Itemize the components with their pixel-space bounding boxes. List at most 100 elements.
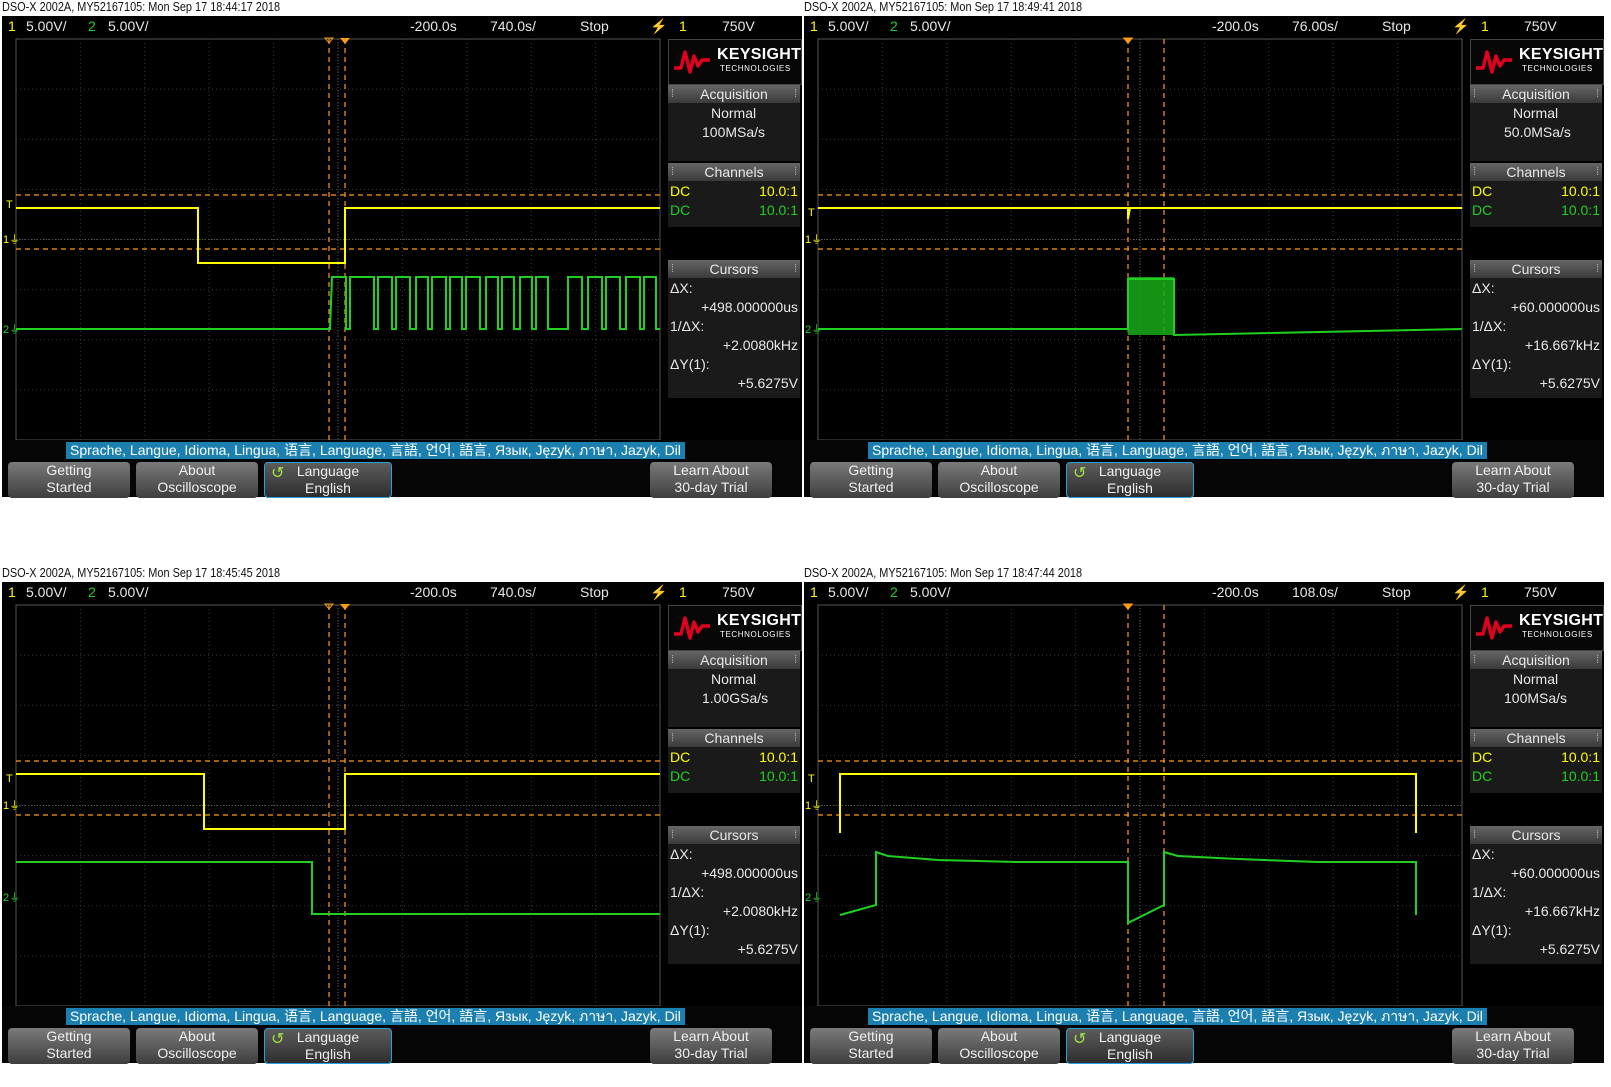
ch2-scale[interactable]: 5.00V/ bbox=[108, 16, 148, 37]
trigger-level[interactable]: 750V bbox=[1524, 582, 1557, 603]
softkey-line-2: English bbox=[305, 480, 351, 496]
run-state[interactable]: Stop bbox=[1382, 16, 1411, 37]
keysight-wave-icon bbox=[674, 616, 710, 640]
channel-1-probe[interactable]: 10.0:1 bbox=[759, 183, 798, 199]
cursors-box: ΔX: +60.000000us 1/ΔX: +16.667kHz ΔY(1): +5.6… bbox=[1470, 844, 1602, 964]
acquisition-header[interactable]: Acquisition bbox=[1470, 85, 1602, 103]
delta-x-label: ΔX: bbox=[1472, 280, 1495, 296]
ch1-number[interactable]: 1 bbox=[8, 16, 16, 37]
channel-1-probe[interactable]: 10.0:1 bbox=[1561, 183, 1600, 199]
channel-2-coupling[interactable]: DC bbox=[670, 202, 690, 218]
trigger-level[interactable]: 750V bbox=[1524, 16, 1557, 37]
delta-x-label: ΔX: bbox=[670, 846, 693, 862]
language-softkey[interactable]: ↺ Language English bbox=[264, 1028, 392, 1064]
channel-2-probe[interactable]: 10.0:1 bbox=[1561, 202, 1600, 218]
sample-rate: 100MSa/s bbox=[702, 124, 766, 140]
channel-2-coupling[interactable]: DC bbox=[1472, 768, 1492, 784]
channel-2-probe[interactable]: 10.0:1 bbox=[1561, 768, 1600, 784]
run-state[interactable]: Stop bbox=[580, 16, 609, 37]
ch2-number[interactable]: 2 bbox=[890, 582, 898, 603]
ch2-number[interactable]: 2 bbox=[88, 582, 96, 603]
softkey-line-1: About bbox=[178, 1028, 216, 1044]
language-softkey[interactable]: ↺ Language English bbox=[1066, 1028, 1194, 1064]
cursors-header[interactable]: Cursors bbox=[668, 826, 800, 844]
about-oscilloscope-softkey[interactable]: About Oscilloscope bbox=[136, 462, 258, 498]
channels-header[interactable]: Channels bbox=[1470, 729, 1602, 747]
about-oscilloscope-softkey[interactable]: About Oscilloscope bbox=[136, 1028, 258, 1064]
softkey-line-2: Started bbox=[848, 479, 894, 495]
brand-name: KEYSIGHT bbox=[717, 612, 802, 629]
ch2-ground-marker: 2⏚ bbox=[805, 891, 822, 904]
run-state[interactable]: Stop bbox=[580, 582, 609, 603]
language-softkey[interactable]: ↺ Language English bbox=[264, 462, 392, 498]
channels-header[interactable]: Channels bbox=[1470, 163, 1602, 181]
timebase[interactable]: 740.0s/ bbox=[490, 16, 536, 37]
trigger-source[interactable]: 1 bbox=[679, 16, 687, 37]
learn-about-trial-softkey[interactable]: Learn About 30-day Trial bbox=[1452, 1028, 1574, 1064]
ch1-scale[interactable]: 5.00V/ bbox=[828, 16, 868, 37]
channel-2-probe[interactable]: 10.0:1 bbox=[759, 768, 798, 784]
ch2-scale[interactable]: 5.00V/ bbox=[910, 582, 950, 603]
about-oscilloscope-softkey[interactable]: About Oscilloscope bbox=[938, 1028, 1060, 1064]
scope-panel-3: DSO-X 2002A, MY52167105: Mon Sep 17 18:4… bbox=[0, 566, 802, 1086]
ch2-ground-marker: 2⏚ bbox=[3, 323, 20, 336]
channel-1-coupling[interactable]: DC bbox=[1472, 749, 1492, 765]
capture-title: DSO-X 2002A, MY52167105: Mon Sep 17 18:4… bbox=[804, 0, 1083, 14]
brand-subtitle: TECHNOLOGIES bbox=[1522, 630, 1593, 639]
about-oscilloscope-softkey[interactable]: About Oscilloscope bbox=[938, 462, 1060, 498]
getting-started-softkey[interactable]: Getting Started bbox=[8, 1028, 130, 1064]
learn-about-trial-softkey[interactable]: Learn About 30-day Trial bbox=[650, 462, 772, 498]
cursors-header[interactable]: Cursors bbox=[668, 260, 800, 278]
trigger-level[interactable]: 750V bbox=[722, 582, 755, 603]
ch1-scale[interactable]: 5.00V/ bbox=[26, 582, 66, 603]
acquisition-header[interactable]: Acquisition bbox=[668, 651, 800, 669]
learn-about-trial-softkey[interactable]: Learn About 30-day Trial bbox=[650, 1028, 772, 1064]
getting-started-softkey[interactable]: Getting Started bbox=[810, 462, 932, 498]
channel-2-probe[interactable]: 10.0:1 bbox=[759, 202, 798, 218]
trigger-source[interactable]: 1 bbox=[1481, 16, 1489, 37]
acquisition-header[interactable]: Acquisition bbox=[668, 85, 800, 103]
ch2-scale[interactable]: 5.00V/ bbox=[910, 16, 950, 37]
horizontal-delay[interactable]: -200.0s bbox=[410, 582, 457, 603]
trigger-source[interactable]: 1 bbox=[1481, 582, 1489, 603]
softkey-line-1: Getting bbox=[848, 1028, 894, 1044]
channel-1-coupling[interactable]: DC bbox=[1472, 183, 1492, 199]
cursors-header[interactable]: Cursors bbox=[1470, 826, 1602, 844]
delta-y-label: ΔY(1): bbox=[670, 356, 710, 372]
trigger-level[interactable]: 750V bbox=[722, 16, 755, 37]
getting-started-softkey[interactable]: Getting Started bbox=[8, 462, 130, 498]
ch1-scale[interactable]: 5.00V/ bbox=[828, 582, 868, 603]
channels-header[interactable]: Channels bbox=[668, 163, 800, 181]
ch2-number[interactable]: 2 bbox=[88, 16, 96, 37]
learn-about-trial-softkey[interactable]: Learn About 30-day Trial bbox=[1452, 462, 1574, 498]
trigger-source[interactable]: 1 bbox=[679, 582, 687, 603]
run-state[interactable]: Stop bbox=[1382, 582, 1411, 603]
channel-1-coupling[interactable]: DC bbox=[670, 749, 690, 765]
ch1-scale[interactable]: 5.00V/ bbox=[26, 16, 66, 37]
inverse-delta-x-label: 1/ΔX: bbox=[1472, 884, 1507, 900]
channel-1-coupling[interactable]: DC bbox=[670, 183, 690, 199]
ch1-number[interactable]: 1 bbox=[810, 582, 818, 603]
inverse-delta-x-label: 1/ΔX: bbox=[1472, 318, 1507, 334]
channel-2-coupling[interactable]: DC bbox=[670, 768, 690, 784]
ch2-number[interactable]: 2 bbox=[890, 16, 898, 37]
cursors-header[interactable]: Cursors bbox=[1470, 260, 1602, 278]
ch2-scale[interactable]: 5.00V/ bbox=[108, 582, 148, 603]
channel-1-probe[interactable]: 10.0:1 bbox=[759, 749, 798, 765]
language-softkey[interactable]: ↺ Language English bbox=[1066, 462, 1194, 498]
channel-2-coupling[interactable]: DC bbox=[1472, 202, 1492, 218]
timebase[interactable]: 108.0s/ bbox=[1292, 582, 1338, 603]
horizontal-delay[interactable]: -200.0s bbox=[410, 16, 457, 37]
horizontal-delay[interactable]: -200.0s bbox=[1212, 16, 1259, 37]
ch1-ground-marker: 1⏚ bbox=[805, 233, 822, 246]
channel-1-probe[interactable]: 10.0:1 bbox=[1561, 749, 1600, 765]
timebase[interactable]: 740.0s/ bbox=[490, 582, 536, 603]
brand-subtitle: TECHNOLOGIES bbox=[720, 64, 791, 73]
horizontal-delay[interactable]: -200.0s bbox=[1212, 582, 1259, 603]
ch1-number[interactable]: 1 bbox=[8, 582, 16, 603]
acquisition-header[interactable]: Acquisition bbox=[1470, 651, 1602, 669]
channels-header[interactable]: Channels bbox=[668, 729, 800, 747]
getting-started-softkey[interactable]: Getting Started bbox=[810, 1028, 932, 1064]
timebase[interactable]: 76.00s/ bbox=[1292, 16, 1338, 37]
ch1-number[interactable]: 1 bbox=[810, 16, 818, 37]
